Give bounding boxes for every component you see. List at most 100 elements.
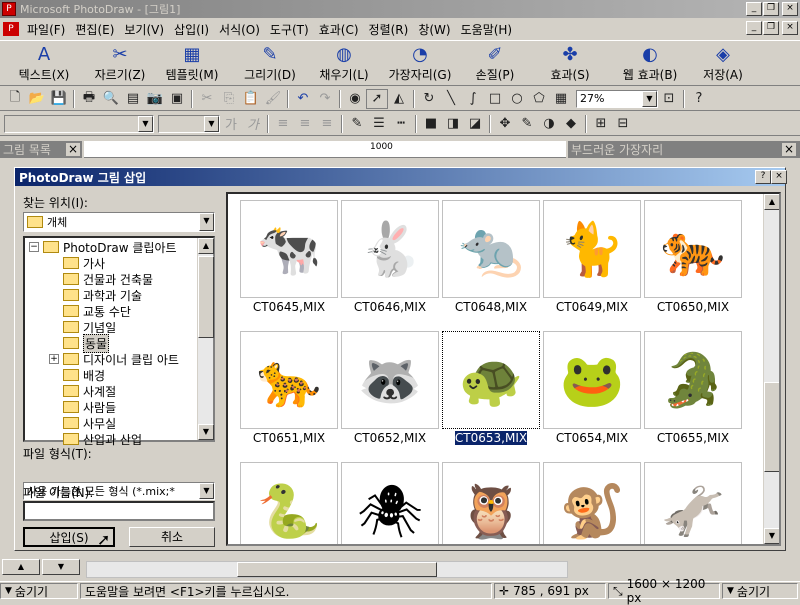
thumbnail-item[interactable]: 🐒 (543, 462, 641, 544)
dialog-close-button[interactable]: × (771, 170, 787, 184)
line-weight-icon[interactable]: ☰ (368, 114, 390, 134)
scroll-thumb[interactable] (237, 562, 437, 577)
save-disk-icon[interactable]: 💾 (48, 89, 70, 109)
save-button[interactable]: ◈ 저장(A) (690, 41, 756, 85)
app-icon[interactable]: P (2, 2, 16, 16)
align-right-icon[interactable]: ≡ (316, 114, 338, 134)
pointer-icon[interactable]: ➚ (366, 88, 388, 109)
tree-item[interactable]: 사람들 (27, 399, 197, 415)
thumbnail-item[interactable]: 🦝 CT0652,MIX (341, 331, 439, 449)
doc-restore-icon[interactable]: ❐ (763, 21, 779, 35)
thumbnail-item[interactable]: 🐍 (240, 462, 338, 544)
hide-right-toggle[interactable]: ▼ 숨기기 (722, 583, 798, 599)
scroll-thumb[interactable] (764, 382, 779, 472)
thumbnail-item[interactable]: 🐊 CT0655,MIX (644, 331, 742, 449)
draw-button[interactable]: ✎ 그리기(D) (232, 41, 308, 85)
tree-item[interactable]: 기념일 (27, 319, 197, 335)
bold-icon[interactable]: 가 (220, 114, 242, 134)
line-color-icon[interactable]: ✎ (346, 114, 368, 134)
help-icon[interactable]: ? (688, 89, 710, 109)
zoom-icon[interactable]: ⊡ (658, 89, 680, 109)
scroll-up-icon[interactable]: ▲ (764, 194, 779, 210)
thumbnail-item[interactable]: 🐅 CT0650,MIX (644, 200, 742, 318)
expand-toggle-icon[interactable]: − (29, 242, 39, 252)
tree-scrollbar[interactable]: ▲ ▼ (197, 238, 214, 440)
move-up-icon[interactable]: ▲ (2, 559, 40, 575)
copy-icon[interactable]: ⎘ (218, 89, 240, 109)
chevron-down-icon[interactable]: ▼ (199, 483, 214, 499)
thumbnail-item[interactable]: 🫏 (644, 462, 742, 544)
chevron-down-icon[interactable]: ▼ (199, 213, 214, 231)
close-icon[interactable]: × (782, 2, 798, 16)
paste-icon[interactable]: 📋 (240, 89, 262, 109)
thumbnail-item[interactable]: 🐸 CT0654,MIX (543, 331, 641, 449)
restore-icon[interactable]: ❐ (763, 2, 779, 16)
effects-button[interactable]: ✤ 효과(S) (530, 41, 610, 85)
cut-icon[interactable]: ✂ (196, 89, 218, 109)
dialog-help-button[interactable]: ? (755, 170, 771, 184)
menu-effects[interactable]: 효과(C) (314, 21, 364, 38)
tree-item[interactable]: 교통 수단 (27, 303, 197, 319)
menu-arrange[interactable]: 정렬(R) (364, 21, 414, 38)
redo-icon[interactable]: ↷ (314, 89, 336, 109)
rotate-icon[interactable]: ↻ (418, 89, 440, 109)
file-name-input[interactable] (23, 501, 215, 521)
thumbnail-scrollbar[interactable]: ▲ ▼ (763, 194, 779, 544)
distort-icon[interactable]: ◑ (538, 114, 560, 134)
menu-view[interactable]: 보기(V) (119, 21, 169, 38)
rectangle-icon[interactable]: □ (484, 89, 506, 109)
thumbnail-item[interactable]: 🕷 (341, 462, 439, 544)
tree-item[interactable]: 동물 (27, 333, 197, 353)
crop-button[interactable]: ✂ 자르기(Z) (88, 41, 152, 85)
undo-icon[interactable]: ↶ (292, 89, 314, 109)
dash-style-icon[interactable]: ┅ (390, 114, 412, 134)
menu-format[interactable]: 서식(O) (214, 21, 265, 38)
line-icon[interactable]: ╲ (440, 89, 462, 109)
tree-item[interactable]: 배경 (27, 367, 197, 383)
tree-item[interactable]: 과학과 기술 (27, 287, 197, 303)
shapes-icon[interactable]: ⬠ (528, 89, 550, 109)
thumbnail-item[interactable]: 🐄 CT0645,MIX (240, 200, 338, 318)
scroll-up-icon[interactable]: ▲ (198, 238, 214, 254)
print-preview-icon[interactable]: 🔍 (100, 89, 122, 109)
group-icon[interactable]: ⊞ (590, 114, 612, 134)
curve-icon[interactable]: ∫ (462, 89, 484, 109)
transparency-icon[interactable]: ◪ (464, 114, 486, 134)
edit-points-icon[interactable]: ✎ (516, 114, 538, 134)
align-left-icon[interactable]: ≡ (272, 114, 294, 134)
menu-edit[interactable]: 편집(E) (70, 21, 119, 38)
folder-tree[interactable]: − PhotoDraw 클립아트 가사 건물과 건축물 과학과 기술 교통 수단 기념일 동물… (23, 236, 215, 447)
scan-icon[interactable]: ▤ (122, 89, 144, 109)
menu-insert[interactable]: 삽입(I) (169, 21, 214, 38)
edge-button[interactable]: ◔ 가장자리(G) (380, 41, 460, 85)
thumbnail-item[interactable]: 🦉 (442, 462, 540, 544)
web-effects-button[interactable]: ◐ 웹 효과(B) (610, 41, 690, 85)
menu-help[interactable]: 도움말(H) (456, 21, 518, 38)
menu-tools[interactable]: 도구(T) (265, 21, 314, 38)
tree-item[interactable]: 건물과 건축물 (27, 271, 197, 287)
font-select[interactable]: ▼ (4, 114, 154, 133)
close-icon[interactable]: × (66, 143, 80, 156)
arrange-icon[interactable]: ◆ (560, 114, 582, 134)
scroll-down-icon[interactable]: ▼ (198, 424, 214, 440)
move-icon[interactable]: ✥ (494, 114, 516, 134)
scroll-down-icon[interactable]: ▼ (764, 528, 779, 544)
text-button[interactable]: A 텍스트(X) (0, 41, 88, 85)
thumbnail-item[interactable]: 🐈 CT0649,MIX (543, 200, 641, 318)
tree-item[interactable]: + 디자이너 클립 아트 (27, 351, 197, 367)
tree-item[interactable]: 가사 (27, 255, 197, 271)
print-icon[interactable]: 🖶 (78, 89, 100, 109)
doc-close-icon[interactable]: × (782, 21, 798, 35)
image-icon[interactable]: ▣ (166, 89, 188, 109)
font-size-select[interactable]: ▼ (158, 114, 220, 133)
scroll-thumb[interactable] (198, 256, 214, 338)
menu-window[interactable]: 창(W) (413, 21, 455, 38)
template-button[interactable]: ▦ 템플릿(M) (152, 41, 232, 85)
fill-button[interactable]: ◍ 채우기(L) (308, 41, 380, 85)
ellipse-icon[interactable]: ○ (506, 89, 528, 109)
expand-toggle-icon[interactable]: + (49, 354, 59, 364)
chevron-down-icon[interactable]: ▼ (204, 115, 219, 132)
shadow-icon[interactable]: ■ (420, 114, 442, 134)
close-icon[interactable]: × (782, 143, 796, 156)
document-icon[interactable]: P (3, 22, 19, 36)
